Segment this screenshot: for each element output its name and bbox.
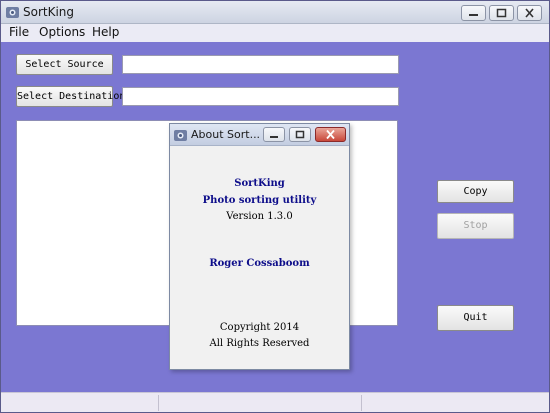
close-icon: [326, 129, 335, 140]
copy-button[interactable]: Copy: [437, 180, 514, 203]
app-logo-icon[interactable]: [5, 5, 20, 20]
about-tagline: Photo sorting utility: [202, 195, 317, 206]
status-separator: [158, 395, 159, 411]
menu-file[interactable]: File: [9, 25, 29, 39]
about-dialog: About Sort... SortKing Photo sorting uti…: [169, 123, 350, 370]
select-source-button[interactable]: Select Source: [16, 54, 113, 75]
about-version: Version 1.3.0: [226, 211, 293, 222]
app-logo-icon[interactable]: [173, 128, 188, 143]
minimize-icon: [270, 136, 278, 138]
about-minimize-button[interactable]: [263, 127, 285, 142]
about-rights: All Rights Reserved: [209, 338, 310, 349]
about-app-name: SortKing: [234, 178, 285, 189]
status-bar: [1, 392, 549, 412]
select-destination-button[interactable]: Select Destination: [16, 86, 125, 107]
menu-bar: File Options Help: [1, 24, 549, 42]
menu-options[interactable]: Options: [39, 25, 85, 39]
about-title-bar[interactable]: About Sort...: [170, 124, 349, 146]
close-button[interactable]: [517, 5, 542, 21]
title-bar[interactable]: SortKing: [1, 1, 549, 24]
destination-path-field[interactable]: [122, 87, 399, 106]
minimize-button[interactable]: [461, 5, 486, 21]
menu-help[interactable]: Help: [92, 25, 119, 39]
window-title: SortKing: [23, 5, 75, 19]
close-icon: [525, 8, 534, 18]
source-path-field[interactable]: [122, 55, 399, 74]
maximize-button[interactable]: [489, 5, 514, 21]
stop-button[interactable]: Stop: [437, 213, 514, 239]
quit-button[interactable]: Quit: [437, 305, 514, 331]
about-dialog-title: About Sort...: [191, 128, 261, 141]
status-separator: [361, 395, 362, 411]
minimize-icon: [469, 14, 478, 16]
about-close-button[interactable]: [315, 127, 346, 142]
about-maximize-button[interactable]: [289, 127, 311, 142]
about-author: Roger Cossaboom: [209, 258, 310, 269]
maximize-icon: [295, 130, 305, 139]
about-copyright: Copyright 2014: [219, 322, 300, 333]
maximize-icon: [496, 8, 507, 18]
